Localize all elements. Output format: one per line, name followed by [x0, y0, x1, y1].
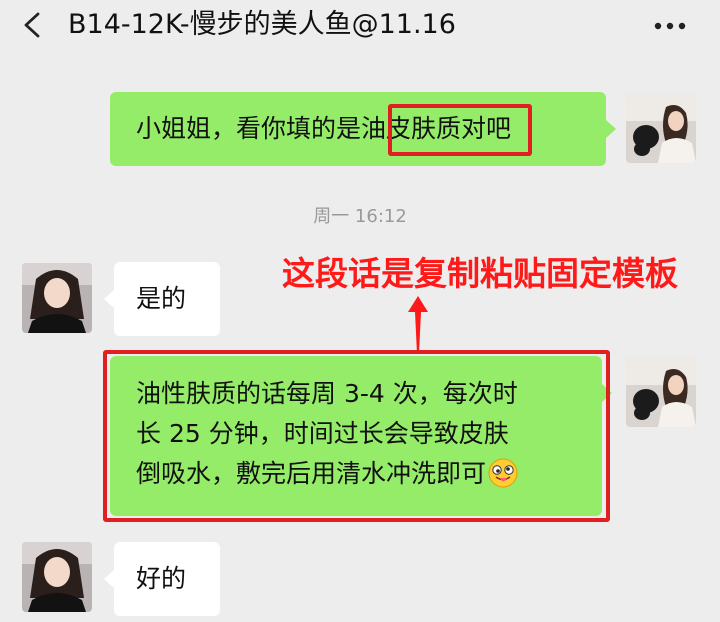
highlight-box [103, 350, 610, 522]
avatar-other[interactable] [22, 542, 92, 612]
chat-header: B14-12K-慢步的美人鱼@11.16 [0, 0, 720, 50]
bubble-tail [606, 120, 616, 138]
bubble-tail [104, 570, 114, 588]
timestamp: 周一 16:12 [313, 206, 407, 227]
message-text: 是的 [136, 284, 187, 313]
avatar-self[interactable] [626, 357, 696, 427]
ellipsis-icon[interactable] [650, 16, 690, 36]
message-text: 小姐姐，看你填的是 [136, 114, 362, 143]
message-text: 好的 [136, 564, 187, 593]
bubble-tail [104, 290, 114, 308]
highlight-box [388, 104, 532, 156]
avatar-self[interactable] [626, 93, 696, 163]
chevron-left-icon[interactable] [18, 8, 48, 42]
annotation-label: 这段话是复制粘贴固定模板 [282, 254, 678, 293]
message-bubble-other[interactable]: 好的 [114, 542, 220, 616]
avatar-other[interactable] [22, 263, 92, 333]
chat-title: B14-12K-慢步的美人鱼@11.16 [68, 9, 456, 40]
arrow-up-icon [408, 296, 428, 354]
message-bubble-other[interactable]: 是的 [114, 262, 220, 336]
